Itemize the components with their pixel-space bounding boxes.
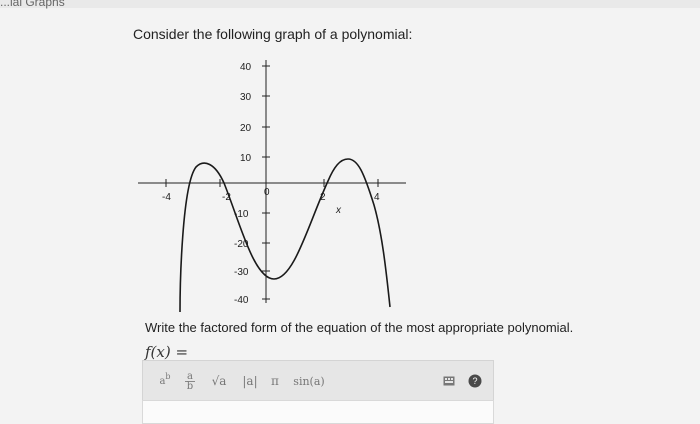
y-tick-label-20: 20 [240, 123, 252, 134]
y-tick-label-40: 40 [240, 62, 252, 73]
browser-top-strip [0, 0, 700, 8]
fraction-denominator: b [186, 380, 194, 392]
fraction-numerator: a [187, 370, 193, 382]
fraction-tool-button[interactable]: a b [179, 369, 201, 393]
prompt-text: Consider the following graph of a polyno… [133, 26, 413, 42]
y-tick-label-neg40: -40 [234, 295, 249, 306]
polynomial-graph: -4 -2 0 2 4 x 40 30 20 10 -10 -20 -30 -4… [138, 60, 406, 313]
x-tick-label-0: 0 [264, 187, 270, 198]
help-icon[interactable]: ? [466, 369, 484, 393]
y-tick-label-10: 10 [240, 153, 252, 164]
breadcrumb-fragment: ...ial Graphs [0, 0, 65, 9]
answer-lhs: f(x) = [145, 343, 189, 361]
abs-tool-button[interactable]: |a| [238, 369, 262, 393]
exponent-tool-superscript: b [165, 371, 171, 381]
keyboard-icon[interactable] [440, 369, 458, 393]
x-tick-label-neg4: -4 [162, 192, 171, 203]
y-tick-label-30: 30 [240, 92, 252, 103]
question-text: Write the factored form of the equation … [145, 320, 574, 335]
answer-input[interactable] [142, 400, 494, 424]
polynomial-curve [179, 158, 391, 313]
x-tick-label-4: 4 [374, 192, 380, 203]
sin-tool-button[interactable]: sin(a) [286, 369, 332, 393]
x-axis-label: x [335, 205, 342, 216]
exponent-tool-button[interactable]: a b [153, 369, 177, 393]
pi-tool-button[interactable]: π [265, 369, 285, 393]
math-editor-toolbar: a b a b √a |a| π sin(a) ? [142, 360, 494, 401]
svg-text:?: ? [472, 376, 477, 386]
sqrt-tool-button[interactable]: √a [205, 369, 233, 393]
y-tick-label-neg30: -30 [234, 267, 249, 278]
